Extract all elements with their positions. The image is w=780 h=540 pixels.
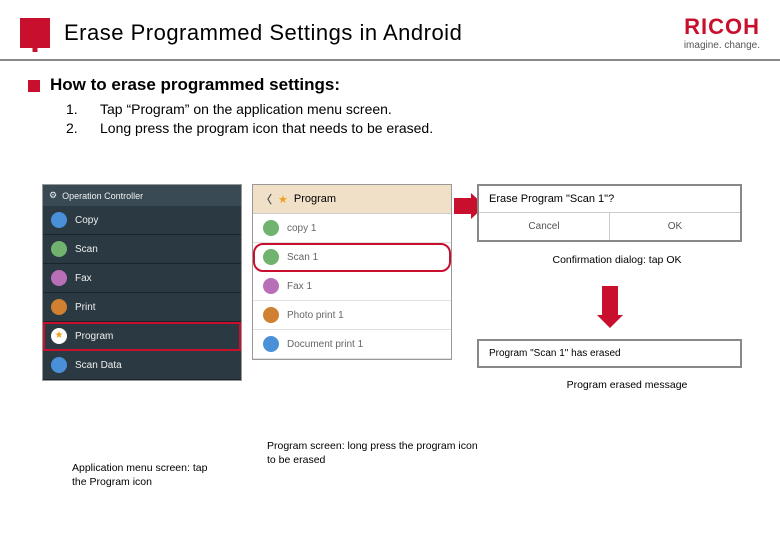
scan-icon bbox=[263, 249, 279, 265]
steps-list: 1. Tap “Program” on the application menu… bbox=[66, 101, 752, 136]
intro-row: How to erase programmed settings: bbox=[28, 75, 752, 95]
program-item-docprint1[interactable]: Document print 1 bbox=[253, 330, 451, 359]
app-item-label: Scan bbox=[75, 244, 98, 255]
back-icon[interactable]: 〈 bbox=[261, 191, 272, 207]
app-item-label: Copy bbox=[75, 215, 98, 226]
star-icon: ★ bbox=[51, 328, 67, 344]
star-icon: ★ bbox=[278, 193, 288, 206]
program-item-scan1[interactable]: Scan 1 bbox=[253, 243, 451, 272]
program-item-fax1[interactable]: Fax 1 bbox=[253, 272, 451, 301]
app-header-label: Operation Controller bbox=[62, 191, 143, 201]
scan-icon bbox=[51, 241, 67, 257]
app-item-label: Fax bbox=[75, 273, 92, 284]
step-number: 1. bbox=[66, 101, 80, 117]
step-item: 1. Tap “Program” on the application menu… bbox=[66, 101, 752, 117]
fax-icon bbox=[51, 270, 67, 286]
intro-text: How to erase programmed settings: bbox=[50, 75, 340, 95]
document-icon bbox=[263, 336, 279, 352]
app-menu-item-copy[interactable]: Copy bbox=[43, 206, 241, 235]
copy-icon bbox=[51, 212, 67, 228]
program-item-label: Document print 1 bbox=[287, 339, 363, 350]
print-icon bbox=[51, 299, 67, 315]
program-header-label: Program bbox=[294, 193, 336, 205]
page-title: Erase Programmed Settings in Android bbox=[64, 20, 462, 46]
program-item-label: Scan 1 bbox=[287, 252, 318, 263]
app-item-label: Scan Data bbox=[75, 360, 122, 371]
folder-icon bbox=[51, 357, 67, 373]
caption-dialog: Confirmation dialog: tap OK bbox=[552, 254, 682, 268]
toast-message: Program "Scan 1" has erased bbox=[489, 348, 621, 359]
app-menu-item-scandata[interactable]: Scan Data bbox=[43, 351, 241, 380]
step-text: Tap “Program” on the application menu sc… bbox=[100, 101, 392, 117]
app-header: ⚙ Operation Controller bbox=[43, 185, 241, 206]
program-item-photoprint1[interactable]: Photo print 1 bbox=[253, 301, 451, 330]
program-item-copy1[interactable]: copy 1 bbox=[253, 214, 451, 243]
step-number: 2. bbox=[66, 120, 80, 136]
program-item-label: Fax 1 bbox=[287, 281, 312, 292]
print-icon bbox=[263, 307, 279, 323]
bullet-icon bbox=[28, 80, 40, 92]
arrow-right-icon bbox=[454, 198, 472, 214]
screenshot-toast: Program "Scan 1" has erased bbox=[477, 339, 742, 368]
fax-icon bbox=[263, 278, 279, 294]
screenshot-app-menu: ⚙ Operation Controller Copy Scan Fax Pri… bbox=[42, 184, 242, 381]
app-menu-item-fax[interactable]: Fax bbox=[43, 264, 241, 293]
slide-header: Erase Programmed Settings in Android RIC… bbox=[0, 0, 780, 61]
dialog-title: Erase Program "Scan 1"? bbox=[479, 186, 740, 213]
program-item-label: copy 1 bbox=[287, 223, 316, 234]
brand-square-icon bbox=[20, 18, 50, 48]
caption-app-menu: Application menu screen: tap the Program… bbox=[72, 462, 222, 489]
app-menu-item-print[interactable]: Print bbox=[43, 293, 241, 322]
step-item: 2. Long press the program icon that need… bbox=[66, 120, 752, 136]
logo-text: RICOH bbox=[684, 14, 760, 40]
dialog-buttons: Cancel OK bbox=[479, 213, 740, 240]
caption-program-screen: Program screen: long press the program i… bbox=[267, 440, 487, 467]
app-menu-item-scan[interactable]: Scan bbox=[43, 235, 241, 264]
caption-toast: Program erased message bbox=[552, 379, 702, 393]
arrow-down-icon bbox=[602, 286, 618, 316]
app-item-label: Program bbox=[75, 331, 113, 342]
step-text: Long press the program icon that needs t… bbox=[100, 120, 433, 136]
app-item-label: Print bbox=[75, 302, 96, 313]
copy-icon bbox=[263, 220, 279, 236]
ok-button[interactable]: OK bbox=[609, 213, 740, 240]
program-item-label: Photo print 1 bbox=[287, 310, 344, 321]
logo-tagline: imagine. change. bbox=[684, 40, 760, 51]
cancel-button[interactable]: Cancel bbox=[479, 213, 609, 240]
program-header: 〈 ★ Program bbox=[253, 185, 451, 214]
header-left: Erase Programmed Settings in Android bbox=[20, 18, 462, 48]
brand-logo: RICOH imagine. change. bbox=[684, 14, 760, 51]
gear-icon: ⚙ bbox=[49, 190, 57, 201]
screenshot-confirm-dialog: Erase Program "Scan 1"? Cancel OK bbox=[477, 184, 742, 242]
app-menu-item-program[interactable]: ★ Program bbox=[43, 322, 241, 351]
screenshot-program-list: 〈 ★ Program copy 1 Scan 1 Fax 1 Photo pr… bbox=[252, 184, 452, 360]
content: How to erase programmed settings: 1. Tap… bbox=[0, 61, 780, 136]
